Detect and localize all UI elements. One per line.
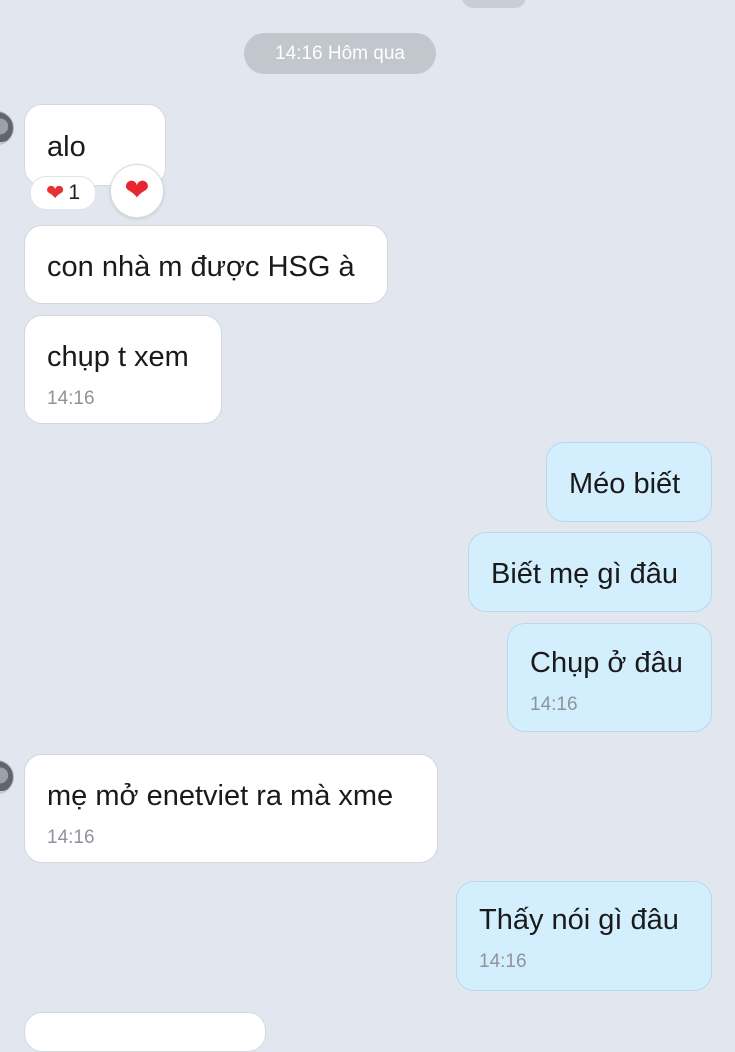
message-bubble-outgoing[interactable]: Biết mẹ gì đâu [468, 532, 712, 612]
message-bubble-outgoing[interactable]: Thấy nói gì đâu 14:16 [456, 881, 712, 991]
message-bubble-incoming[interactable]: con nhà m được HSG à [24, 225, 388, 304]
message-time: 14:16 [479, 951, 527, 972]
message-bubble-incoming[interactable]: chụp t xem 14:16 [24, 315, 222, 424]
heart-icon: ❤ [124, 174, 150, 207]
avatar[interactable] [0, 760, 14, 794]
message-text: Méo biết [569, 468, 681, 500]
message-text: con nhà m được HSG à [47, 251, 355, 283]
message-bubble-incoming[interactable]: mẹ mở enetviet ra mà xme 14:16 [24, 754, 438, 863]
message-text: chụp t xem [47, 341, 189, 373]
previous-item-stub [462, 0, 526, 8]
message-time: 14:16 [47, 827, 95, 848]
message-bubble-outgoing[interactable]: Chụp ở đâu 14:16 [507, 623, 712, 732]
date-separator: 14:16 Hôm qua [244, 33, 436, 74]
message-text: Chụp ở đâu [530, 647, 683, 679]
add-reaction-button[interactable]: ❤ [110, 164, 164, 218]
message-bubble-outgoing[interactable]: Méo biết [546, 442, 712, 522]
message-time: 14:16 [47, 388, 95, 409]
message-text: Thấy nói gì đâu [479, 904, 679, 936]
message-text: mẹ mở enetviet ra mà xme [47, 780, 394, 812]
reaction-count-badge[interactable]: ❤ 1 [30, 176, 96, 210]
message-time: 14:16 [530, 694, 578, 715]
avatar[interactable] [0, 111, 14, 145]
message-bubble-incoming-partial[interactable] [24, 1012, 266, 1052]
message-text: alo [47, 131, 86, 163]
heart-icon: ❤ [45, 180, 65, 205]
message-text: Biết mẹ gì đâu [491, 558, 678, 590]
reaction-count: 1 [68, 181, 81, 204]
